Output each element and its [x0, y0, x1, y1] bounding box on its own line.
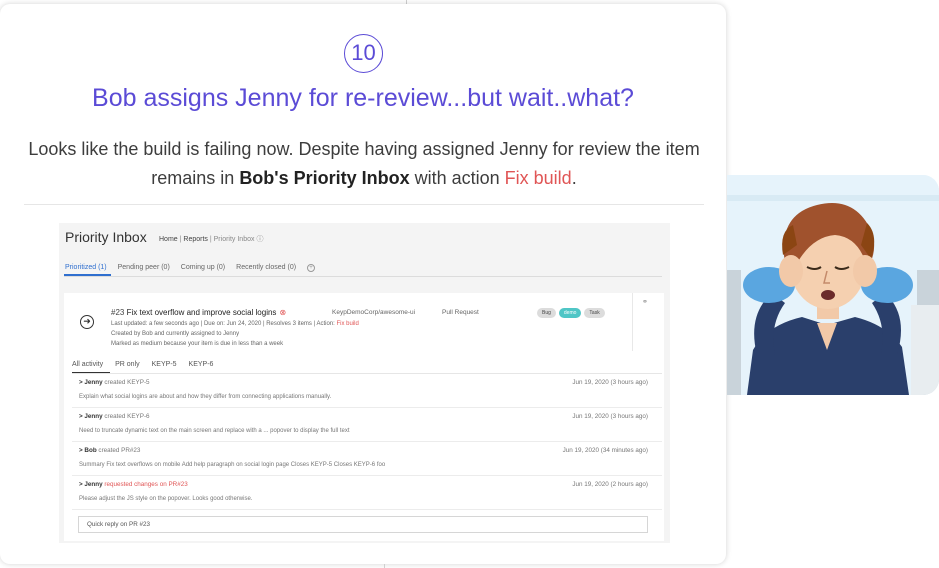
description-text-2: with action [409, 168, 505, 188]
tab-pending-peer[interactable]: Pending peer (0) [118, 264, 170, 272]
activity-header: > Bob created PR#23 [79, 447, 140, 454]
activity-verb: created KEYP-6 [104, 413, 150, 420]
activity-verb[interactable]: requested changes on PR#23 [104, 481, 187, 488]
item-tags: Bug demo Task [537, 308, 605, 318]
activity-item: > Jenny requested changes on PR#23 Jun 1… [72, 477, 662, 510]
activity-actor[interactable]: > Jenny [79, 379, 103, 386]
item-number: #23 [111, 308, 125, 317]
step-description: Looks like the build is failing now. Des… [26, 135, 702, 193]
item-repo: KeypDemoCorp/awesome-ui [332, 309, 416, 316]
step-title: Bob assigns Jenny for re-review...but wa… [92, 84, 634, 112]
arrow-right-icon[interactable]: ➜ [80, 315, 94, 329]
activity-header: > Jenny requested changes on PR#23 [79, 481, 188, 488]
vertical-divider [632, 293, 633, 351]
failing-x-icon: ⊗ [279, 308, 287, 317]
tag-demo: demo [558, 308, 582, 318]
subtab-keyp-6[interactable]: KEYP-6 [189, 361, 214, 368]
tabs-rule [64, 276, 662, 277]
item-meta-line3: Marked as medium because your item is du… [111, 341, 284, 347]
breadcrumb-reports[interactable]: Reports [183, 236, 208, 243]
item-title-text: Fix text overflow and improve social log… [126, 308, 277, 317]
activity-body: Need to truncate dynamic text on the mai… [79, 428, 350, 434]
help-icon[interactable]: ⓘ [256, 236, 263, 243]
tag-task: Task [584, 308, 605, 318]
activity-header: > Jenny created KEYP-6 [79, 413, 150, 420]
activity-item: > Jenny created KEYP-6 Jun 19, 2020 (3 h… [72, 409, 662, 442]
divider [24, 204, 704, 205]
item-type: Pull Request [442, 309, 479, 316]
step-number-badge: 10 [344, 34, 383, 73]
item-meta-line1: Last updated: a few seconds ago | Due on… [111, 321, 359, 327]
description-bold: Bob's Priority Inbox [239, 168, 410, 188]
item-panel: ➜ #23 Fix text overflow and improve soci… [64, 293, 664, 541]
timeline-connector-bottom [384, 564, 385, 568]
developer-illustration-graphic [727, 175, 939, 395]
tab-recently-closed[interactable]: Recently closed (0) [236, 264, 296, 272]
description-action: Fix build [504, 168, 572, 188]
activity-actor[interactable]: > Bob [79, 447, 97, 454]
subtabs-rule [72, 373, 662, 374]
item-meta-text: Last updated: a few seconds ago | Due on… [111, 321, 337, 327]
app-title: Priority Inbox [65, 229, 147, 245]
breadcrumb-home[interactable]: Home [159, 236, 178, 243]
activity-time: Jun 19, 2020 (3 hours ago) [572, 379, 648, 386]
inbox-tabs: Prioritized (1) Pending peer (0) Coming … [65, 264, 316, 272]
item-title[interactable]: #23 Fix text overflow and improve social… [111, 308, 286, 317]
item-action: Fix build [336, 321, 359, 327]
tab-prioritized[interactable]: Prioritized (1) [65, 264, 107, 272]
quick-reply-input[interactable]: Quick reply on PR #23 [78, 516, 648, 533]
item-meta-line2: Created by Bob and currently assigned to… [111, 331, 240, 337]
activity-header: > Jenny created KEYP-5 [79, 379, 150, 386]
subtab-all-activity[interactable]: All activity [72, 361, 103, 368]
activity-time: Jun 19, 2020 (2 hours ago) [572, 481, 648, 488]
activity-verb: created KEYP-5 [104, 379, 150, 386]
tab-coming-up[interactable]: Coming up (0) [181, 264, 225, 272]
activity-body: Explain what social logins are about and… [79, 394, 332, 400]
tag-bug: Bug [537, 308, 556, 318]
subtab-pr-only[interactable]: PR only [115, 361, 140, 368]
activity-tabs: All activity PR only KEYP-5 KEYP-6 [72, 361, 213, 368]
subtab-keyp-5[interactable]: KEYP-5 [152, 361, 177, 368]
activity-body: Please adjust the JS style on the popove… [79, 496, 253, 502]
description-end: . [571, 168, 577, 188]
breadcrumb-priority-inbox: Priority Inbox [213, 236, 255, 243]
add-tab-icon[interactable]: + [307, 264, 316, 272]
activity-actor[interactable]: > Jenny [79, 481, 103, 488]
activity-time: Jun 19, 2020 (3 hours ago) [572, 413, 648, 420]
activity-item: > Jenny created KEYP-5 Jun 19, 2020 (3 h… [72, 375, 662, 408]
breadcrumb: Home | Reports | Priority Inbox ⓘ [159, 236, 264, 243]
link-icon[interactable]: ⚭ [642, 298, 648, 306]
activity-verb: created PR#23 [98, 447, 141, 454]
frustrated-developer-illustration [727, 175, 939, 395]
activity-actor[interactable]: > Jenny [79, 413, 103, 420]
activity-time: Jun 19, 2020 (34 minutes ago) [562, 447, 648, 454]
app-screenshot: Priority Inbox Home | Reports | Priority… [59, 223, 670, 543]
activity-item: > Bob created PR#23 Jun 19, 2020 (34 min… [72, 443, 662, 476]
activity-body: Summary Fix text overflows on mobile Add… [79, 462, 386, 468]
